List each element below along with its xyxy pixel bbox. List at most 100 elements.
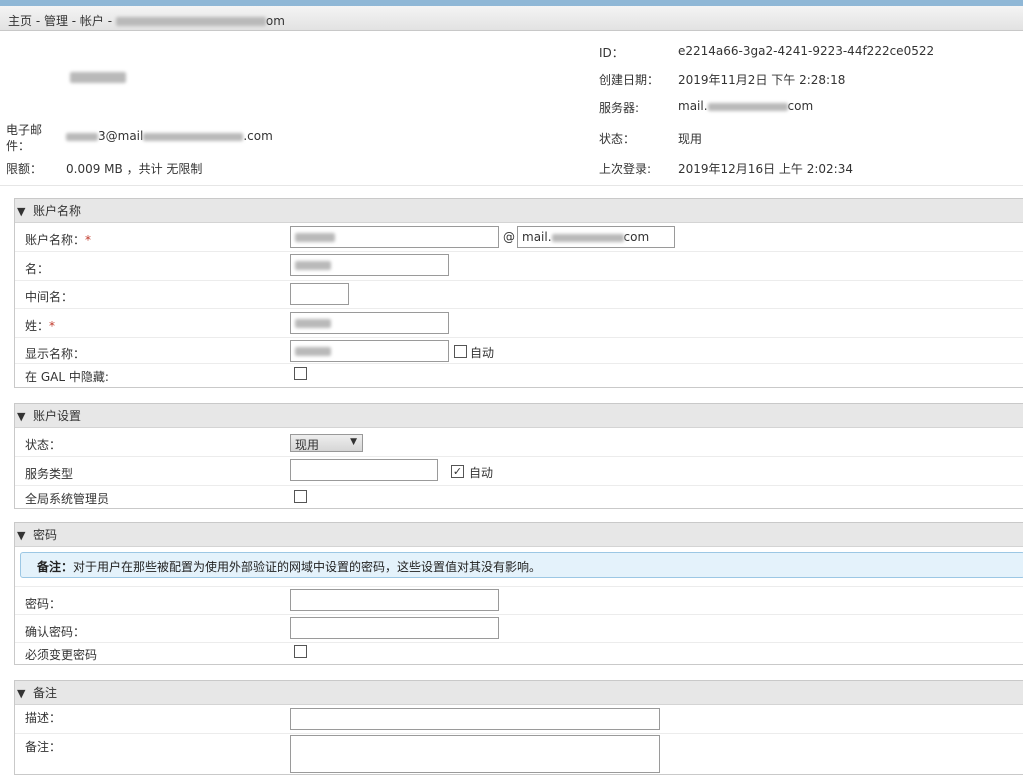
breadcrumb: 主页 - 管理 - 帐户 - om (0, 6, 1023, 31)
password-row: 密码： (15, 587, 1023, 615)
account-name-section: ▼ 账户名称 账户名称：* @ mail. com 名： 中间名： 姓：* 显示名称… (14, 198, 1023, 388)
service-type-auto-checkbox[interactable]: ✓ (451, 465, 464, 478)
hide-gal-label: 在 GAL 中隐藏: (25, 370, 109, 384)
display-name-label: 显示名称： (25, 347, 86, 361)
at-sign: @ (503, 230, 515, 244)
domain-suffix: com (623, 230, 650, 244)
last-login-value: 2019年12月16日 上午 2:02:34 (678, 162, 853, 176)
email-value: 3@mail .com (66, 129, 273, 143)
last-name-label: 姓：* (25, 317, 55, 334)
server-prefix: mail. (678, 99, 708, 113)
description-input[interactable] (290, 708, 660, 730)
quota-label: 限额： (6, 162, 43, 176)
password-section: ▼ 密码 备注：对于用户在那些被配置为使用外部验证的网域中设置的密码，这些设置值对… (14, 522, 1023, 665)
email-label: 电子邮件： (6, 123, 43, 153)
domain-prefix: mail. (522, 230, 552, 244)
notes-textarea[interactable] (290, 735, 660, 773)
account-name-section-header[interactable]: ▼ 账户名称 (15, 199, 1023, 223)
notes-section-header[interactable]: ▼ 备注 (15, 681, 1023, 705)
note-text: 对于用户在那些被配置为使用外部验证的网域中设置的密码，这些设置值对其没有影响。 (73, 560, 542, 574)
hide-gal-row: 在 GAL 中隐藏: (15, 364, 1023, 387)
status-select-value: 现用 (295, 438, 320, 452)
account-settings-section-header[interactable]: ▼ 账户设置 (15, 404, 1023, 428)
account-name-label: 账户名称：* (25, 231, 91, 248)
account-name-input[interactable] (290, 226, 499, 248)
redacted-email-domain (143, 132, 244, 141)
middle-name-row: 中间名： (15, 281, 1023, 309)
redacted-value (295, 319, 331, 328)
status-value: 现用 (678, 132, 703, 146)
confirm-password-label: 确认密码： (25, 625, 86, 639)
account-name-row: 账户名称：* @ mail. com (15, 223, 1023, 252)
quota-value: 0.009 MB ，共计 无限制 (66, 162, 203, 176)
display-name-auto-checkbox[interactable] (454, 345, 467, 358)
last-login-label: 上次登录: (599, 162, 652, 176)
hide-gal-checkbox[interactable] (294, 367, 307, 380)
id-label: ID： (599, 46, 624, 60)
notes-section-title: 备注 (33, 686, 58, 700)
redacted-display-name (70, 72, 126, 83)
confirm-password-row: 确认密码： (15, 615, 1023, 643)
global-admin-checkbox[interactable] (294, 490, 307, 503)
server-value: mail. com (678, 99, 813, 113)
status-select[interactable]: 现用 ▼ (290, 434, 363, 452)
must-change-label: 必须变更密码 (25, 648, 98, 662)
chevron-down-icon: ▼ (350, 437, 357, 447)
middle-name-label: 中间名： (25, 290, 74, 304)
description-row: 描述： (15, 705, 1023, 734)
global-admin-label: 全局系统管理员 (25, 492, 110, 506)
redacted-value (295, 347, 331, 356)
domain-input[interactable]: mail. com (517, 226, 675, 248)
redacted-domain (551, 233, 624, 242)
password-input[interactable] (290, 589, 499, 611)
server-suffix: com (787, 99, 814, 113)
status-row: 状态： 现用 ▼ (15, 428, 1023, 457)
display-name-row: 显示名称： 自动 (15, 338, 1023, 364)
confirm-password-input[interactable] (290, 617, 499, 639)
global-admin-row: 全局系统管理员 (15, 486, 1023, 508)
first-name-label: 名： (25, 262, 50, 276)
email-user-suffix: 3@mail (98, 129, 144, 143)
header-divider (0, 185, 1023, 186)
account-name-section-title: 账户名称 (33, 204, 82, 218)
notes-section: ▼ 备注 描述： 备注： (14, 680, 1023, 775)
created-label: 创建日期： (599, 73, 660, 87)
redacted-email-user (66, 132, 98, 141)
collapse-triangle-icon[interactable]: ▼ (17, 529, 33, 542)
email-domain-suffix: .com (243, 129, 273, 143)
collapse-triangle-icon[interactable]: ▼ (17, 410, 33, 423)
collapse-triangle-icon[interactable]: ▼ (17, 205, 33, 218)
redacted-value (295, 261, 331, 270)
notes-label: 备注： (25, 740, 62, 754)
description-label: 描述： (25, 711, 62, 725)
password-section-title: 密码 (33, 528, 58, 542)
account-name-label-text: 账户名称： (25, 233, 86, 247)
password-note-row: 备注：对于用户在那些被配置为使用外部验证的网域中设置的密码，这些设置值对其没有影… (15, 547, 1023, 587)
password-section-header[interactable]: ▼ 密码 (15, 523, 1023, 547)
last-name-label-text: 姓： (25, 319, 50, 333)
account-settings-section-title: 账户设置 (33, 409, 82, 423)
display-name-input[interactable] (290, 340, 449, 362)
notes-row: 备注： (15, 734, 1023, 774)
collapse-triangle-icon[interactable]: ▼ (17, 687, 33, 700)
required-mark: * (49, 319, 56, 333)
status-label: 状态： (599, 132, 636, 146)
last-name-input[interactable] (290, 312, 449, 334)
must-change-checkbox[interactable] (294, 645, 307, 658)
password-note: 备注：对于用户在那些被配置为使用外部验证的网域中设置的密码，这些设置值对其没有影… (20, 552, 1023, 578)
breadcrumb-path: 主页 - 管理 - 帐户 - (8, 14, 116, 28)
redacted-value (295, 233, 335, 242)
service-type-input[interactable] (290, 459, 438, 481)
must-change-row: 必须变更密码 (15, 643, 1023, 665)
account-settings-section: ▼ 账户设置 状态： 现用 ▼ 服务类型 ✓ 自动 全局系统管理员 (14, 403, 1023, 509)
service-type-row: 服务类型 ✓ 自动 (15, 457, 1023, 486)
first-name-row: 名： (15, 252, 1023, 281)
redacted-account-name (115, 17, 266, 26)
service-type-label: 服务类型 (25, 467, 74, 481)
breadcrumb-suffix: om (265, 14, 285, 28)
server-label: 服务器: (599, 101, 640, 115)
password-label: 密码： (25, 597, 62, 611)
first-name-input[interactable] (290, 254, 449, 276)
middle-name-input[interactable] (290, 283, 349, 305)
id-value: e2214a66-3ga2-4241-9223-44f222ce0522 (678, 44, 935, 58)
